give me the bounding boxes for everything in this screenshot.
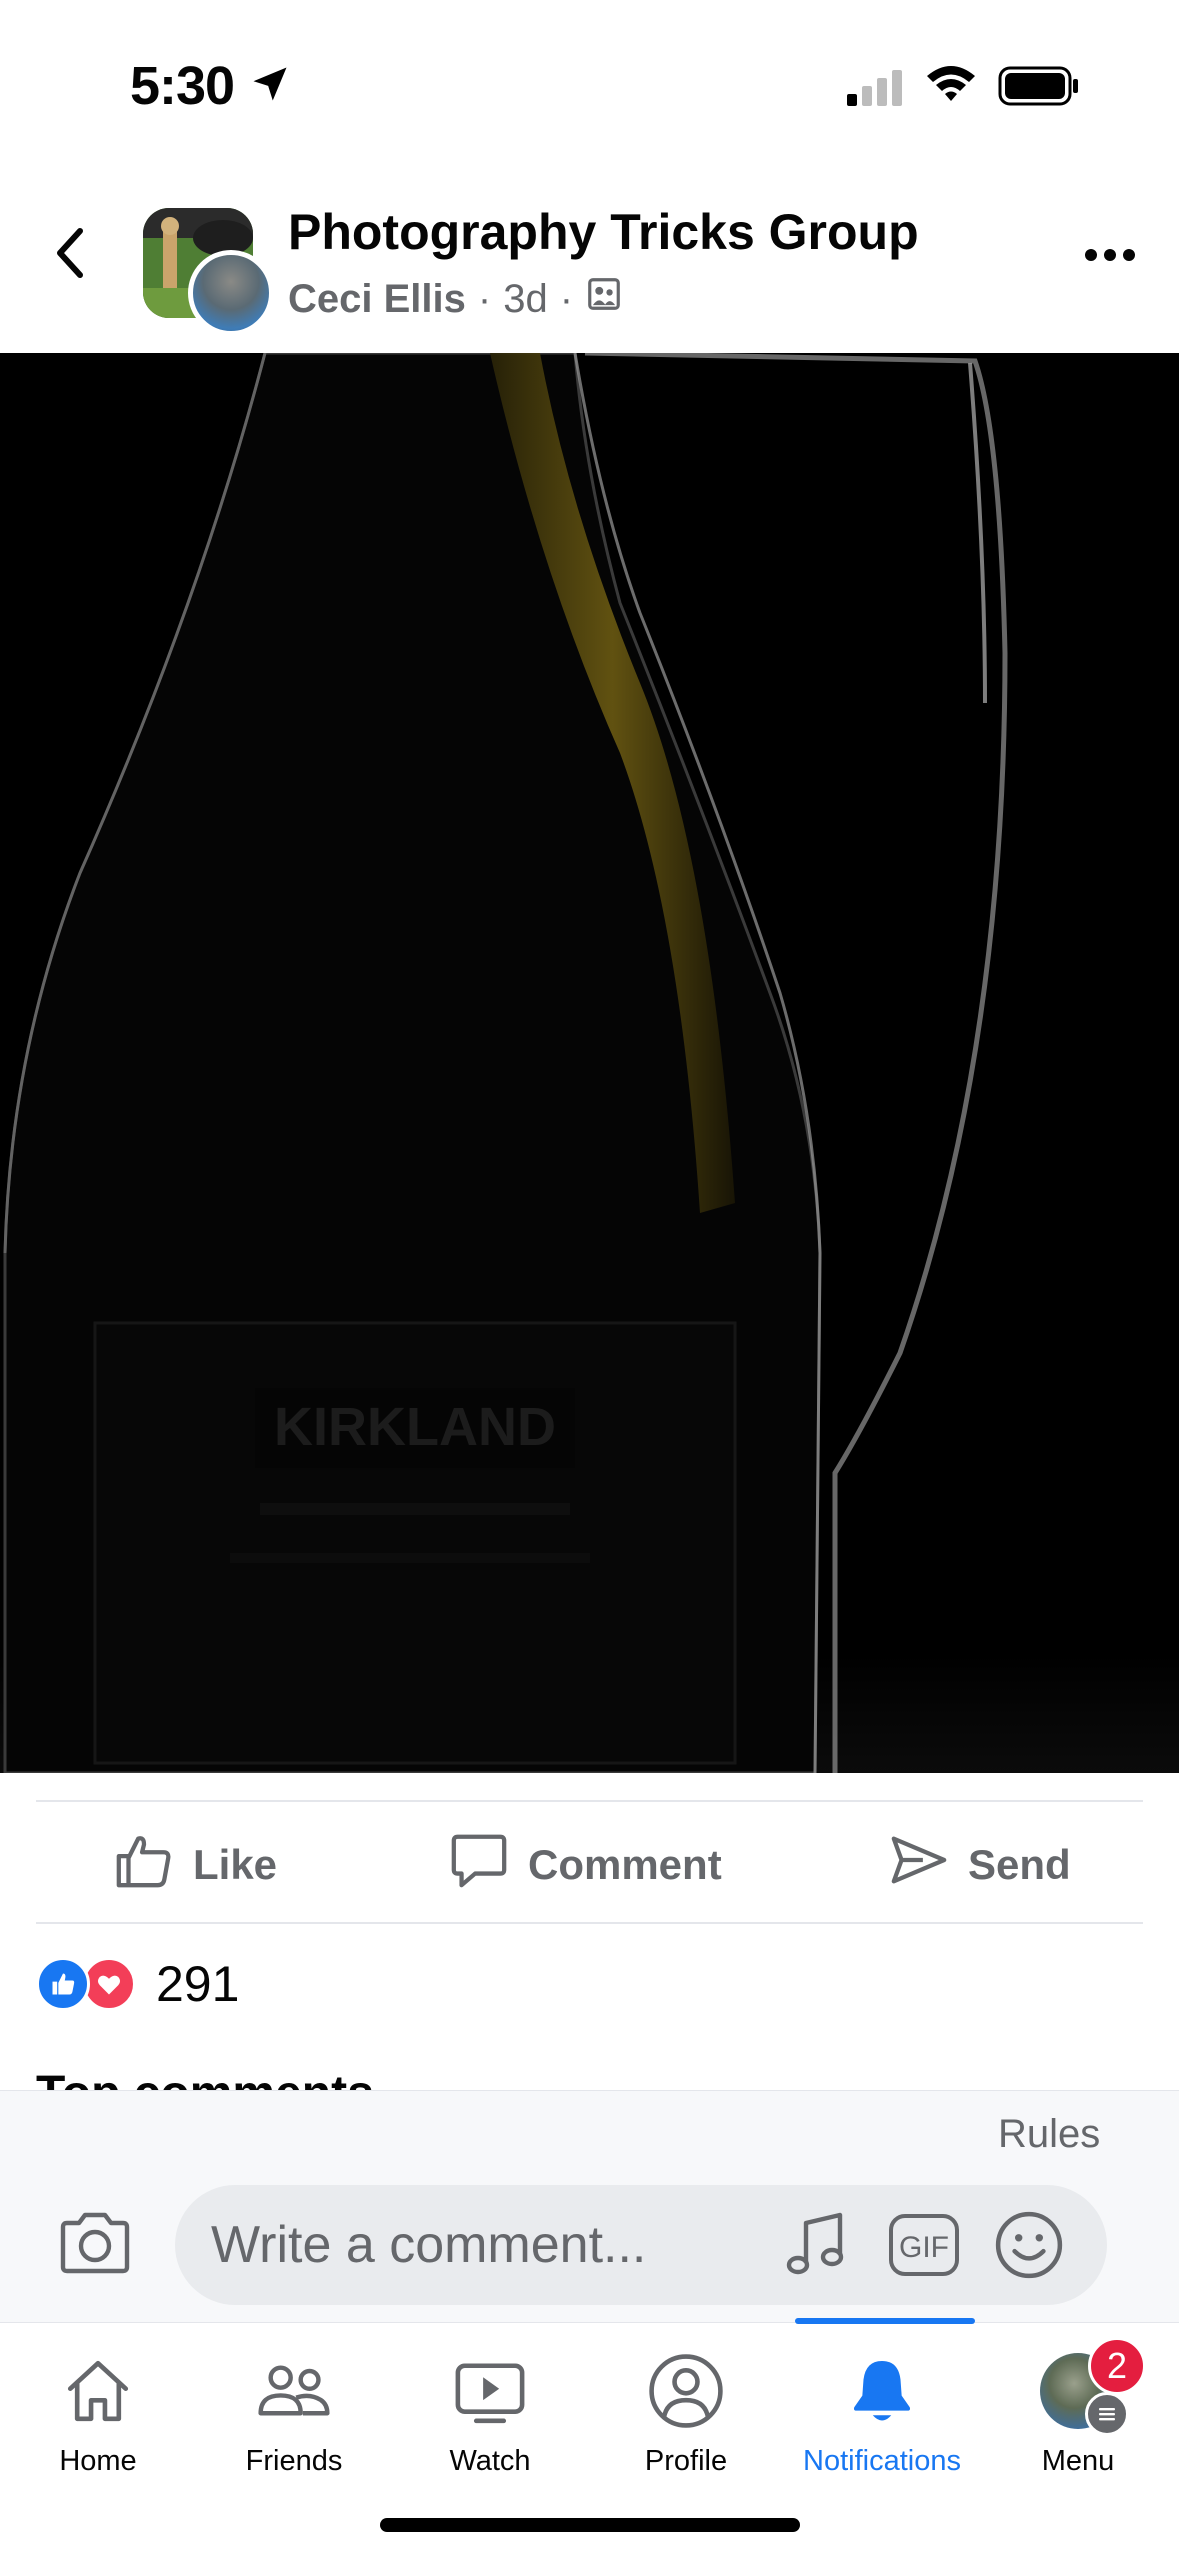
watch-icon <box>451 2351 529 2431</box>
bell-icon <box>845 2351 919 2431</box>
status-time: 5:30 <box>130 56 235 116</box>
tab-label: Menu <box>1041 2445 1115 2477</box>
divider <box>36 1922 1143 1924</box>
post-photo[interactable]: KIRKLAND <box>0 353 1179 1773</box>
reactions-summary[interactable]: 291 <box>36 1955 239 2013</box>
home-indicator <box>380 2518 800 2532</box>
camera-icon <box>57 2209 133 2282</box>
comment-input[interactable] <box>211 2185 771 2305</box>
camera-button[interactable] <box>55 2205 135 2285</box>
active-tab-indicator <box>795 2318 975 2324</box>
reaction-count: 291 <box>156 1956 240 2012</box>
top-comments-label: Top comments <box>36 2070 374 2092</box>
chevron-left-icon <box>50 225 90 286</box>
author-avatar[interactable] <box>188 250 274 336</box>
send-icon <box>888 1829 950 1901</box>
comment-field[interactable]: GIF <box>175 2185 1107 2305</box>
group-members-icon <box>585 275 623 323</box>
tab-label: Notifications <box>803 2445 961 2477</box>
smiley-icon[interactable] <box>993 2209 1065 2281</box>
author-name[interactable]: Ceci Ellis <box>288 277 466 322</box>
gif-label: GIF <box>899 2231 949 2264</box>
tab-label: Watch <box>449 2445 531 2477</box>
divider <box>36 1800 1143 1802</box>
wifi-icon <box>923 62 979 111</box>
tab-friends[interactable]: Friends <box>196 2323 392 2503</box>
hamburger-icon <box>1085 2392 1129 2436</box>
more-horizontal-icon <box>1084 248 1136 267</box>
tab-label: Friends <box>245 2445 343 2477</box>
location-arrow-icon <box>248 62 292 111</box>
tab-menu[interactable]: Menu <box>980 2323 1176 2503</box>
comment-bubble-icon <box>448 1829 510 1901</box>
meta-separator: · <box>477 276 492 321</box>
send-label: Send <box>968 1841 1071 1888</box>
like-label: Like <box>193 1841 278 1888</box>
rules-link[interactable]: Rules <box>998 2112 1100 2157</box>
tab-notifications[interactable]: Notifications <box>784 2323 980 2503</box>
more-options-button[interactable] <box>1075 232 1145 282</box>
like-reaction-icon <box>36 1957 90 2011</box>
profile-icon <box>647 2351 725 2431</box>
love-reaction-icon <box>82 1957 136 2011</box>
cellular-signal-icon <box>845 68 905 113</box>
gif-button[interactable]: GIF <box>888 2209 960 2281</box>
music-note-icon[interactable] <box>780 2209 852 2281</box>
tab-home[interactable]: Home <box>0 2323 196 2503</box>
group-name[interactable]: Photography Tricks Group <box>288 203 919 261</box>
friends-icon <box>254 2351 334 2431</box>
like-button[interactable]: Like <box>113 1820 277 1910</box>
bottle-label-text: KIRKLAND <box>274 1397 556 1457</box>
thumbs-up-icon <box>113 1829 175 1901</box>
tab-watch[interactable]: Watch <box>392 2323 588 2503</box>
notification-badge: 2 <box>1088 2337 1146 2395</box>
comment-button[interactable]: Comment <box>448 1820 722 1910</box>
meta-separator: · <box>559 276 574 321</box>
back-button[interactable] <box>40 220 100 290</box>
comment-label: Comment <box>528 1841 722 1888</box>
tab-profile[interactable]: Profile <box>588 2323 784 2503</box>
tab-label: Profile <box>644 2445 728 2477</box>
post-meta: Ceci Ellis · 3d · <box>288 275 623 323</box>
home-icon <box>61 2351 135 2431</box>
tab-label: Home <box>59 2445 137 2477</box>
send-button[interactable]: Send <box>888 1820 1071 1910</box>
top-comments-heading: Top comments <box>36 2070 374 2092</box>
post-time[interactable]: 3d <box>503 277 548 322</box>
battery-icon <box>998 66 1080 111</box>
